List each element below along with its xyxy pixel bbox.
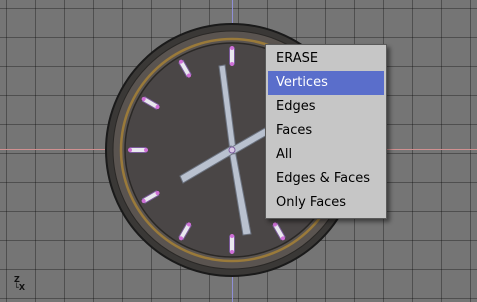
menu-title: ERASE (276, 51, 319, 66)
erase-popup-menu[interactable]: ERASE Vertices Edges Faces All Edges & F… (265, 44, 387, 219)
x-axis-label: └X (14, 283, 25, 292)
hour-marker (229, 234, 235, 254)
clock-center-pivot (228, 146, 236, 154)
hour-marker (229, 46, 235, 66)
menu-item-edges[interactable]: Edges (268, 95, 384, 119)
hour-marker (128, 147, 148, 153)
clock-model[interactable] (0, 0, 477, 302)
menu-item-only-faces[interactable]: Only Faces (268, 191, 384, 215)
menu-item-edges-and-faces[interactable]: Edges & Faces (268, 167, 384, 191)
axis-orientation-indicator: Z └X (14, 276, 25, 292)
menu-item-faces[interactable]: Faces (268, 119, 384, 143)
3d-viewport[interactable]: Z └X ERASE Vertices Edges Faces All Edge… (0, 0, 477, 302)
menu-item-vertices[interactable]: Vertices (268, 71, 384, 95)
menu-item-all[interactable]: All (268, 143, 384, 167)
